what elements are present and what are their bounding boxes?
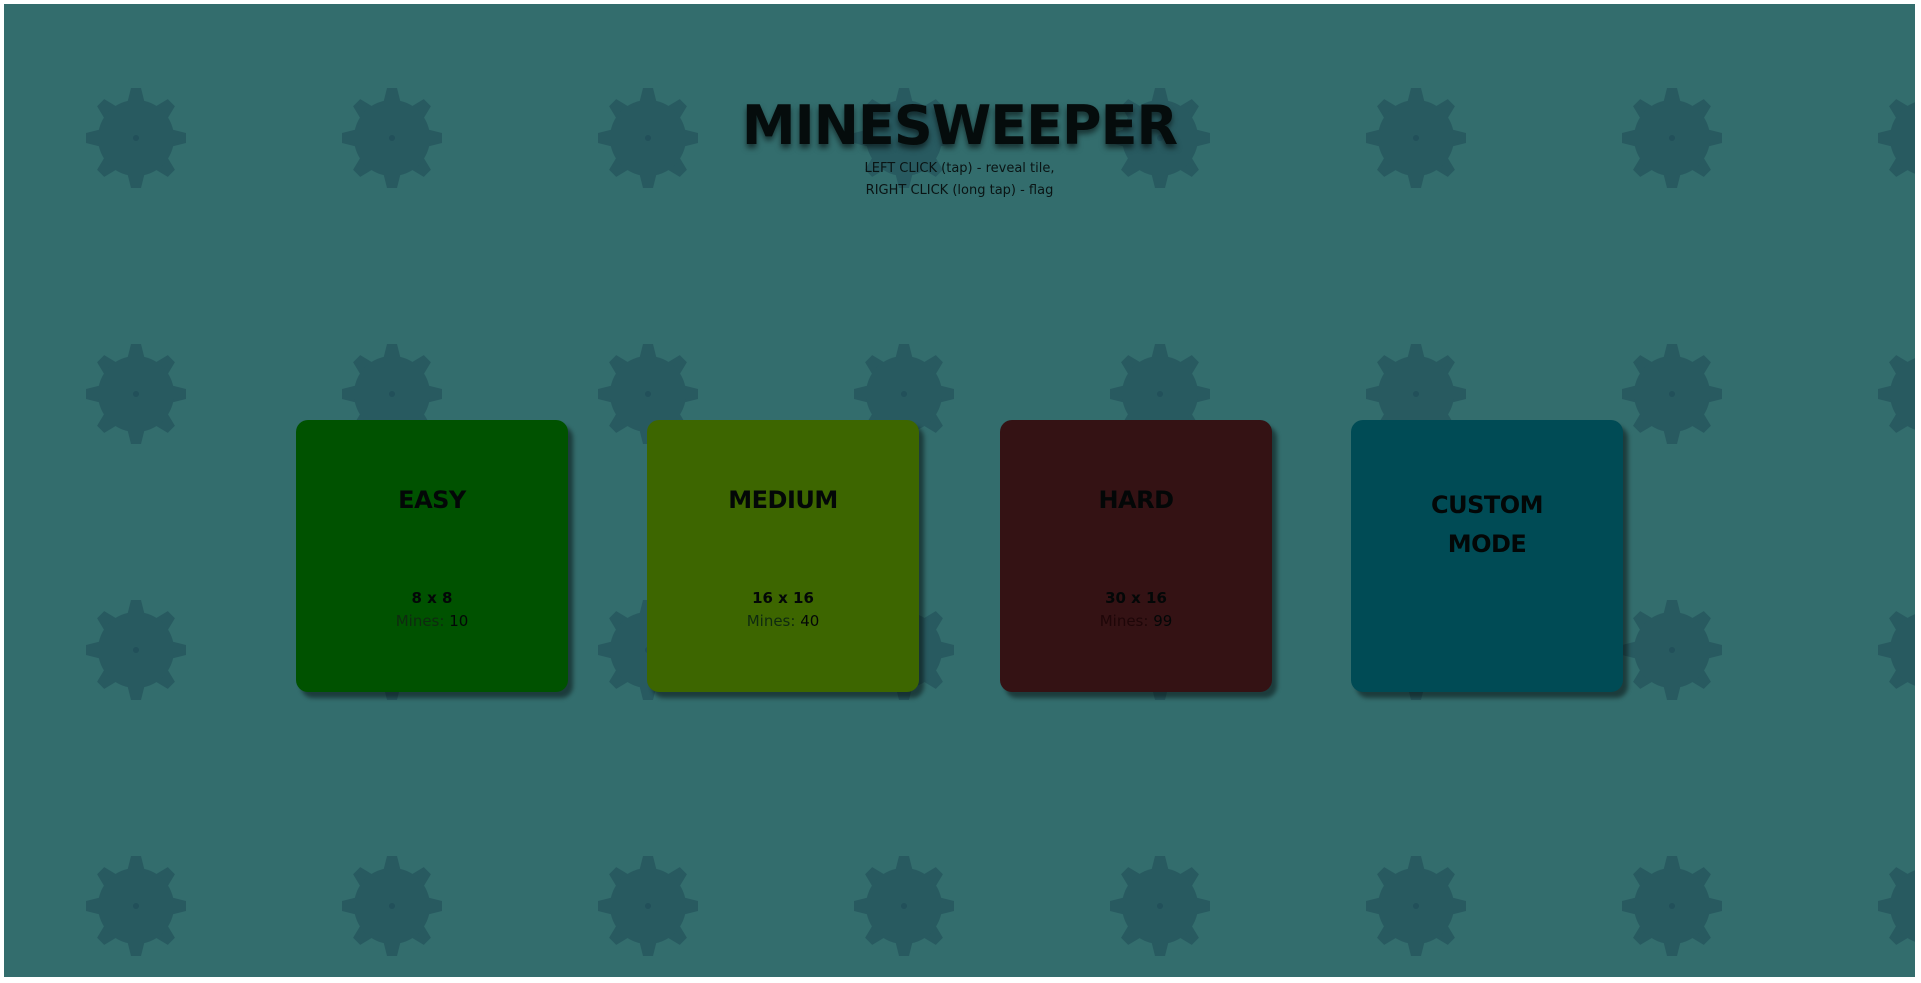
easy-mode-button[interactable]: EASY 8 x 8 Mines: 10	[296, 420, 568, 692]
mines-count: 10	[449, 612, 469, 630]
medium-mode-mines: Mines: 40	[647, 612, 919, 630]
mine-icon	[1622, 856, 1722, 956]
mine-center	[133, 903, 139, 909]
mine-icon	[1878, 867, 1915, 945]
medium-mode-size: 16 x 16	[752, 589, 814, 607]
custom-mode-title-line1: CUSTOM	[1430, 491, 1544, 519]
mine-center	[1669, 647, 1675, 653]
mines-count: 99	[1153, 612, 1173, 630]
instruction-flag: RIGHT CLICK (long tap) - flag	[865, 183, 1054, 198]
hard-mode-size: 30 x 16	[1105, 589, 1167, 607]
hard-mode-title: HARD	[1098, 486, 1174, 514]
mines-count: 40	[800, 612, 820, 630]
hard-mode-mines: Mines: 99	[1000, 612, 1272, 630]
mine-center	[645, 391, 651, 397]
mine-icon	[1366, 856, 1466, 956]
mine-icon	[1622, 344, 1722, 444]
mine-center	[1157, 903, 1163, 909]
mine-center	[1157, 391, 1163, 397]
medium-mode-title: MEDIUM	[728, 486, 838, 514]
mine-icon	[86, 344, 186, 444]
mine-center	[645, 903, 651, 909]
custom-mode-title: CUSTOM MODE	[1351, 486, 1623, 564]
mine-center	[133, 647, 139, 653]
header: MINESWEEPER LEFT CLICK (tap) - reveal ti…	[4, 94, 1915, 202]
mine-icon	[598, 856, 698, 956]
easy-mode-title: EASY	[398, 486, 466, 514]
game-title: MINESWEEPER	[741, 94, 1178, 157]
custom-mode-title-line2: MODE	[1447, 530, 1527, 558]
mine-icon	[1110, 856, 1210, 956]
mines-label: Mines:	[395, 612, 445, 630]
mine-center	[901, 903, 907, 909]
hard-mode-button[interactable]: HARD 30 x 16 Mines: 99	[1000, 420, 1272, 692]
mine-icon	[86, 600, 186, 700]
mine-icon	[342, 856, 442, 956]
mine-center	[1413, 903, 1419, 909]
medium-mode-button[interactable]: MEDIUM 16 x 16 Mines: 40	[647, 420, 919, 692]
mine-icon	[1622, 600, 1722, 700]
custom-mode-button[interactable]: CUSTOM MODE	[1351, 420, 1623, 692]
mine-center	[133, 391, 139, 397]
mines-label: Mines:	[1099, 612, 1149, 630]
mine-icon	[1878, 611, 1915, 689]
mine-center	[1669, 391, 1675, 397]
mine-center	[389, 903, 395, 909]
easy-mode-mines: Mines: 10	[296, 612, 568, 630]
mine-icon	[86, 856, 186, 956]
instruction-reveal: LEFT CLICK (tap) - reveal tile,	[864, 161, 1055, 176]
mine-center	[901, 391, 907, 397]
mines-label: Mines:	[746, 612, 796, 630]
mine-center	[389, 391, 395, 397]
mine-icon	[1878, 355, 1915, 433]
mine-center	[1669, 903, 1675, 909]
game-screen: MINESWEEPER LEFT CLICK (tap) - reveal ti…	[4, 4, 1915, 977]
mine-icon	[854, 856, 954, 956]
easy-mode-size: 8 x 8	[411, 589, 453, 607]
mine-center	[1413, 391, 1419, 397]
